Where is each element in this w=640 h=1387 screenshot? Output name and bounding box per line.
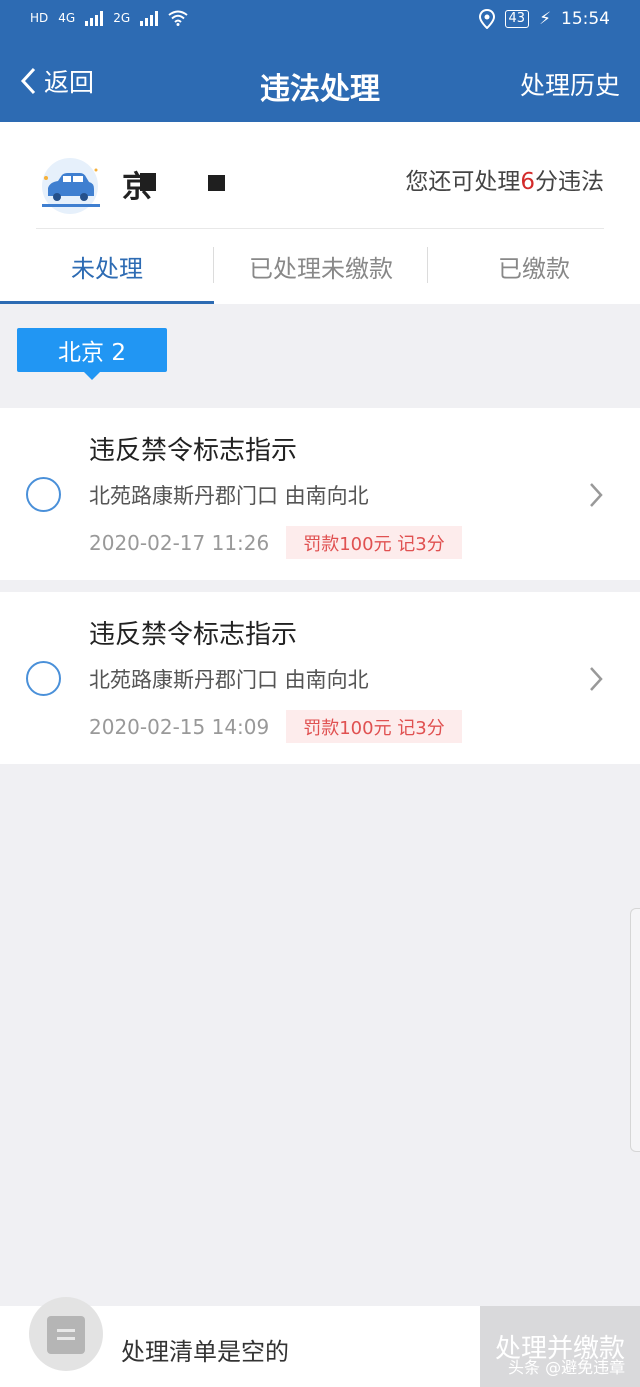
plate-redaction (208, 175, 225, 191)
status-right: 43 ⚡ 15:54 (478, 9, 610, 29)
chevron-left-icon (20, 67, 36, 95)
select-radio[interactable] (26, 661, 61, 696)
hd-indicator: HD (30, 11, 49, 25)
back-button[interactable]: 返回 (20, 63, 94, 99)
watermark: 头条 @避免违章 (508, 1358, 626, 1377)
points-prefix: 您还可处理 (405, 169, 521, 195)
chevron-right-icon (590, 667, 603, 691)
status-tabs: 未处理 已处理未缴款 已缴款 (0, 229, 640, 304)
region-chip: 北京 2 (17, 328, 167, 380)
active-tab-indicator (0, 301, 214, 304)
back-label: 返回 (44, 68, 95, 97)
sim2-label: 2G (113, 11, 131, 25)
wifi-icon (168, 10, 188, 26)
points-value: 6 (520, 169, 535, 195)
points-suffix: 分违法 (535, 169, 604, 195)
select-radio[interactable] (26, 477, 61, 512)
fine-badge: 罚款100元 记3分 (286, 710, 462, 743)
battery-icon: 43 (504, 10, 530, 28)
status-left: HD 4G 2G (30, 10, 188, 26)
chevron-right-icon (590, 483, 603, 507)
fine-badge: 罚款100元 记3分 (286, 526, 462, 559)
document-icon (47, 1316, 85, 1354)
violation-title: 违反禁令标志指示 (89, 436, 298, 466)
clock: 15:54 (561, 9, 610, 29)
signal-icon (85, 10, 104, 26)
cart-empty-text: 处理清单是空的 (121, 1338, 289, 1366)
remaining-points: 您还可处理6分违法 (405, 162, 604, 196)
signal-icon-2 (140, 10, 159, 26)
status-bar: HD 4G 2G 43 ⚡ 15:54 (0, 0, 640, 44)
vehicle-card: 京 您还可处理6分违法 未处理 已处理未缴款 已缴款 (0, 122, 640, 304)
tab-unprocessed[interactable]: 未处理 (0, 229, 214, 304)
tab-paid[interactable]: 已缴款 (428, 229, 640, 304)
plate-redaction (140, 173, 156, 191)
sim1-label: 4G (58, 11, 76, 25)
scroll-handle[interactable] (630, 908, 640, 1152)
violation-item[interactable]: 违反禁令标志指示 北苑路康斯丹郡门口 由南向北 2020-02-15 14:09… (0, 592, 640, 764)
violation-time: 2020-02-17 11:26 (89, 531, 270, 555)
violation-location: 北苑路康斯丹郡门口 由南向北 (89, 668, 369, 692)
violation-item[interactable]: 违反禁令标志指示 北苑路康斯丹郡门口 由南向北 2020-02-17 11:26… (0, 408, 640, 580)
tab-processed-unpaid[interactable]: 已处理未缴款 (214, 229, 428, 304)
violation-location: 北苑路康斯丹郡门口 由南向北 (89, 484, 369, 508)
location-icon (478, 9, 495, 29)
charging-icon: ⚡ (539, 9, 551, 29)
history-button[interactable]: 处理历史 (520, 66, 620, 102)
violation-time: 2020-02-15 14:09 (89, 715, 270, 739)
app-header: HD 4G 2G 43 ⚡ 15:54 返回 违法处理 处理历史 (0, 0, 640, 122)
violation-title: 违反禁令标志指示 (89, 620, 298, 650)
car-icon (42, 158, 100, 214)
